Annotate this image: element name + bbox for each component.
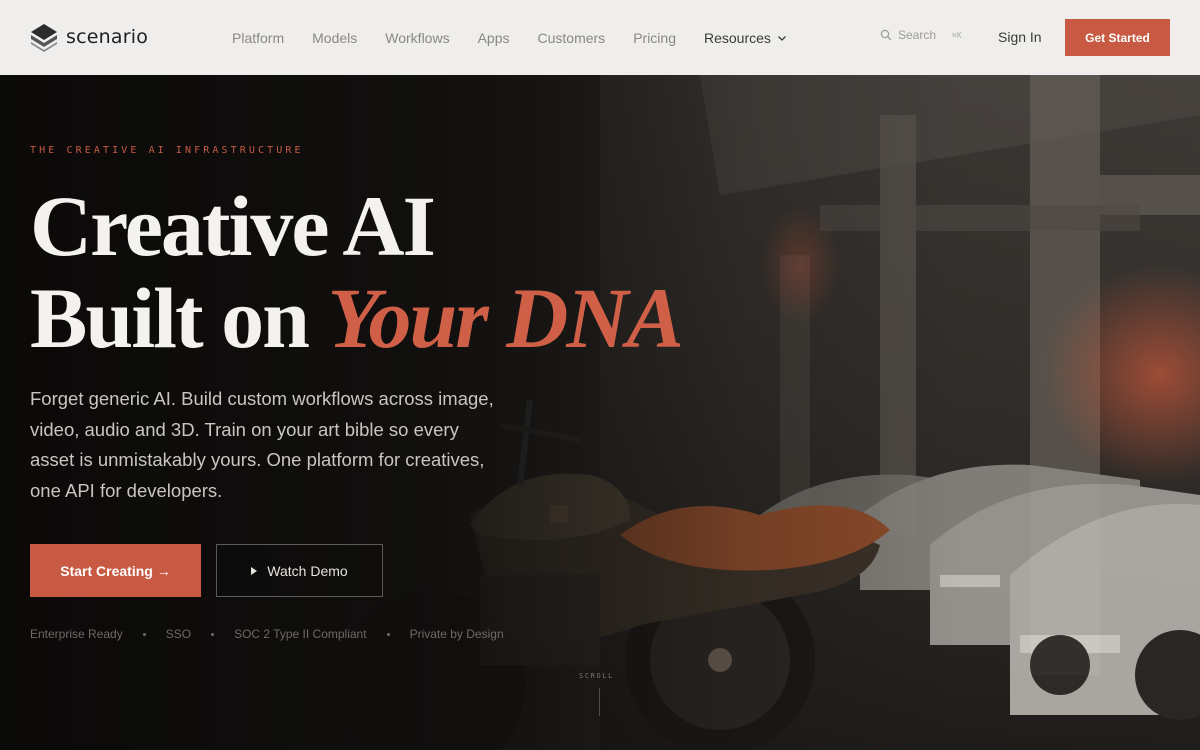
- watch-demo-label: Watch Demo: [267, 562, 348, 579]
- separator-dot: [386, 632, 390, 636]
- get-started-button[interactable]: Get Started: [1065, 19, 1170, 56]
- start-creating-button[interactable]: Start Creating →: [30, 544, 201, 597]
- nav-link-apps[interactable]: Apps: [478, 30, 510, 46]
- nav-resources-label: Resources: [703, 29, 771, 46]
- search-placeholder: Search: [898, 28, 937, 42]
- logo-icon: [31, 24, 57, 52]
- headline-accent: Your DNA: [327, 270, 683, 366]
- separator-dot: [142, 632, 146, 636]
- search-box[interactable]: Search ⌘K: [880, 28, 962, 42]
- sign-in-link[interactable]: Sign In: [998, 29, 1042, 45]
- hero-headline: Creative AI Built on Your DNA: [30, 178, 684, 366]
- nav-link-models[interactable]: Models: [312, 30, 357, 46]
- hero-description: Forget generic AI. Build custom workflow…: [30, 388, 494, 501]
- logo[interactable]: scenario: [30, 22, 148, 52]
- nav-dropdown-resources[interactable]: Resources: [704, 30, 787, 46]
- chevron-down-icon: [777, 35, 786, 41]
- scroll-indicator-line: [599, 688, 600, 716]
- badge-sso: SSO: [165, 627, 192, 641]
- hero-eyebrow: THE CREATIVE AI INFRASTRUCTURE: [30, 145, 304, 156]
- badge-private: Private by Design: [409, 627, 504, 641]
- top-nav: scenario Platform Models Workflows Apps …: [0, 0, 1200, 75]
- badge-soc2: SOC 2 Type II Compliant: [234, 627, 367, 641]
- nav-link-workflows[interactable]: Workflows: [385, 30, 449, 46]
- primary-nav: Platform Models Workflows Apps Customers…: [232, 0, 815, 75]
- nav-link-pricing[interactable]: Pricing: [633, 30, 676, 46]
- separator-dot: [211, 632, 215, 636]
- headline-line-1: Creative AI: [30, 178, 436, 274]
- nav-link-customers[interactable]: Customers: [538, 30, 606, 46]
- watch-demo-button[interactable]: Watch Demo: [216, 544, 383, 597]
- trust-badges: Enterprise Ready SSO SOC 2 Type II Compl…: [30, 627, 504, 641]
- headline-line-2: Built on: [30, 270, 328, 366]
- brand-name: scenario: [66, 26, 149, 48]
- search-shortcut: ⌘K: [952, 30, 962, 40]
- play-icon: [251, 566, 258, 575]
- search-icon: [880, 29, 892, 41]
- badge-enterprise-ready: Enterprise Ready: [30, 627, 123, 641]
- nav-link-platform[interactable]: Platform: [232, 30, 284, 46]
- scroll-indicator-label: SCROLL: [579, 672, 614, 680]
